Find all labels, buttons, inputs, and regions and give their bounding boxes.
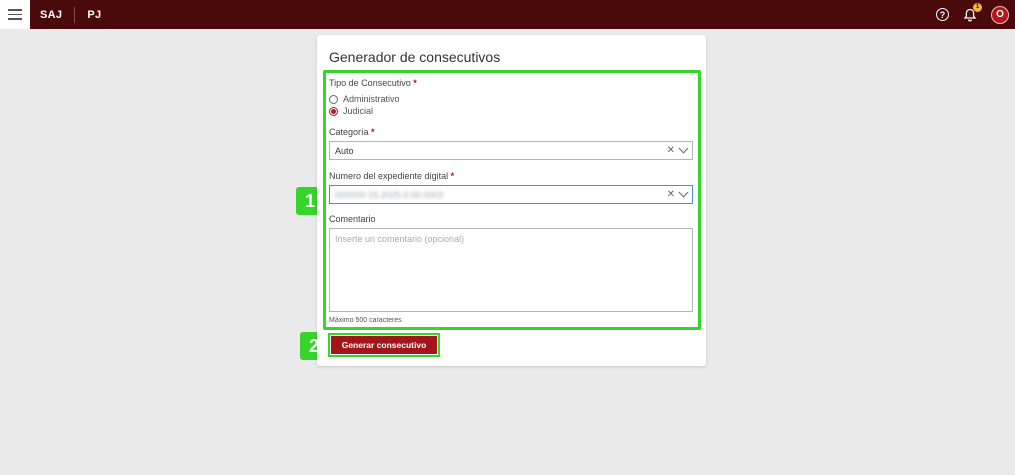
categoria-select[interactable]: Auto ✕ — [329, 141, 693, 160]
notification-badge: 1 — [973, 2, 982, 12]
brand-saj[interactable]: SAJ — [40, 9, 62, 21]
brand-pj[interactable]: PJ — [87, 9, 101, 21]
hamburger-menu-button[interactable] — [0, 0, 30, 29]
top-navigation-bar: SAJ PJ ? 1 O — [0, 0, 1015, 29]
topbar-actions: ? 1 O — [936, 0, 1009, 29]
help-icon[interactable]: ? — [936, 8, 949, 21]
step-badge-1-label: 1 — [304, 190, 315, 211]
categoria-label: Categoría * — [329, 127, 375, 137]
notifications-button[interactable]: 1 — [963, 2, 982, 22]
expediente-label-text: Numero del expediente digital — [329, 171, 449, 181]
page-title: Generador de consecutivos — [329, 49, 501, 65]
avatar-initial: O — [996, 9, 1004, 20]
required-mark: * — [450, 171, 455, 181]
radio-administrativo-label: Administrativo — [343, 94, 400, 104]
comentario-helper-text: Máximo 500 caracteres — [329, 317, 402, 324]
hamburger-icon — [8, 9, 22, 20]
radio-judicial-label: Judicial — [343, 106, 374, 116]
expediente-select-value: 000000-15.2025.0.00.0003 — [335, 189, 444, 200]
expediente-label: Numero del expediente digital * — [329, 171, 454, 181]
required-mark: * — [371, 127, 375, 137]
clear-icon[interactable]: ✕ — [667, 189, 675, 200]
generate-button-highlight: Generar consecutivo — [328, 333, 440, 357]
clear-icon[interactable]: ✕ — [667, 145, 675, 156]
radio-administrativo[interactable]: Administrativo — [329, 94, 400, 104]
radio-circle-checked[interactable] — [329, 106, 338, 116]
radio-judicial[interactable]: Judicial — [329, 106, 373, 116]
chevron-down-icon[interactable] — [678, 187, 689, 198]
radio-circle-unchecked[interactable] — [329, 94, 338, 104]
categoria-select-value: Auto — [335, 145, 354, 156]
brand-divider — [74, 6, 76, 23]
user-avatar[interactable]: O — [991, 5, 1009, 24]
comentario-label: Comentario — [329, 214, 376, 224]
tipo-consecutivo-label-text: Tipo de Consecutivo — [329, 78, 411, 88]
chevron-down-icon[interactable] — [678, 143, 689, 154]
help-icon-glyph: ? — [939, 9, 946, 20]
expediente-select[interactable]: 000000-15.2025.0.00.0003 ✕ — [329, 185, 693, 204]
generar-consecutivo-button[interactable]: Generar consecutivo — [331, 336, 437, 354]
categoria-label-text: Categoría — [329, 127, 369, 137]
comentario-textarea[interactable]: Inserte un comentario (opcional) — [329, 228, 693, 312]
tipo-consecutivo-label: Tipo de Consecutivo * — [329, 78, 417, 88]
required-mark: * — [413, 78, 417, 88]
consecutive-generator-card: Generador de consecutivos Tipo de Consec… — [317, 35, 706, 366]
